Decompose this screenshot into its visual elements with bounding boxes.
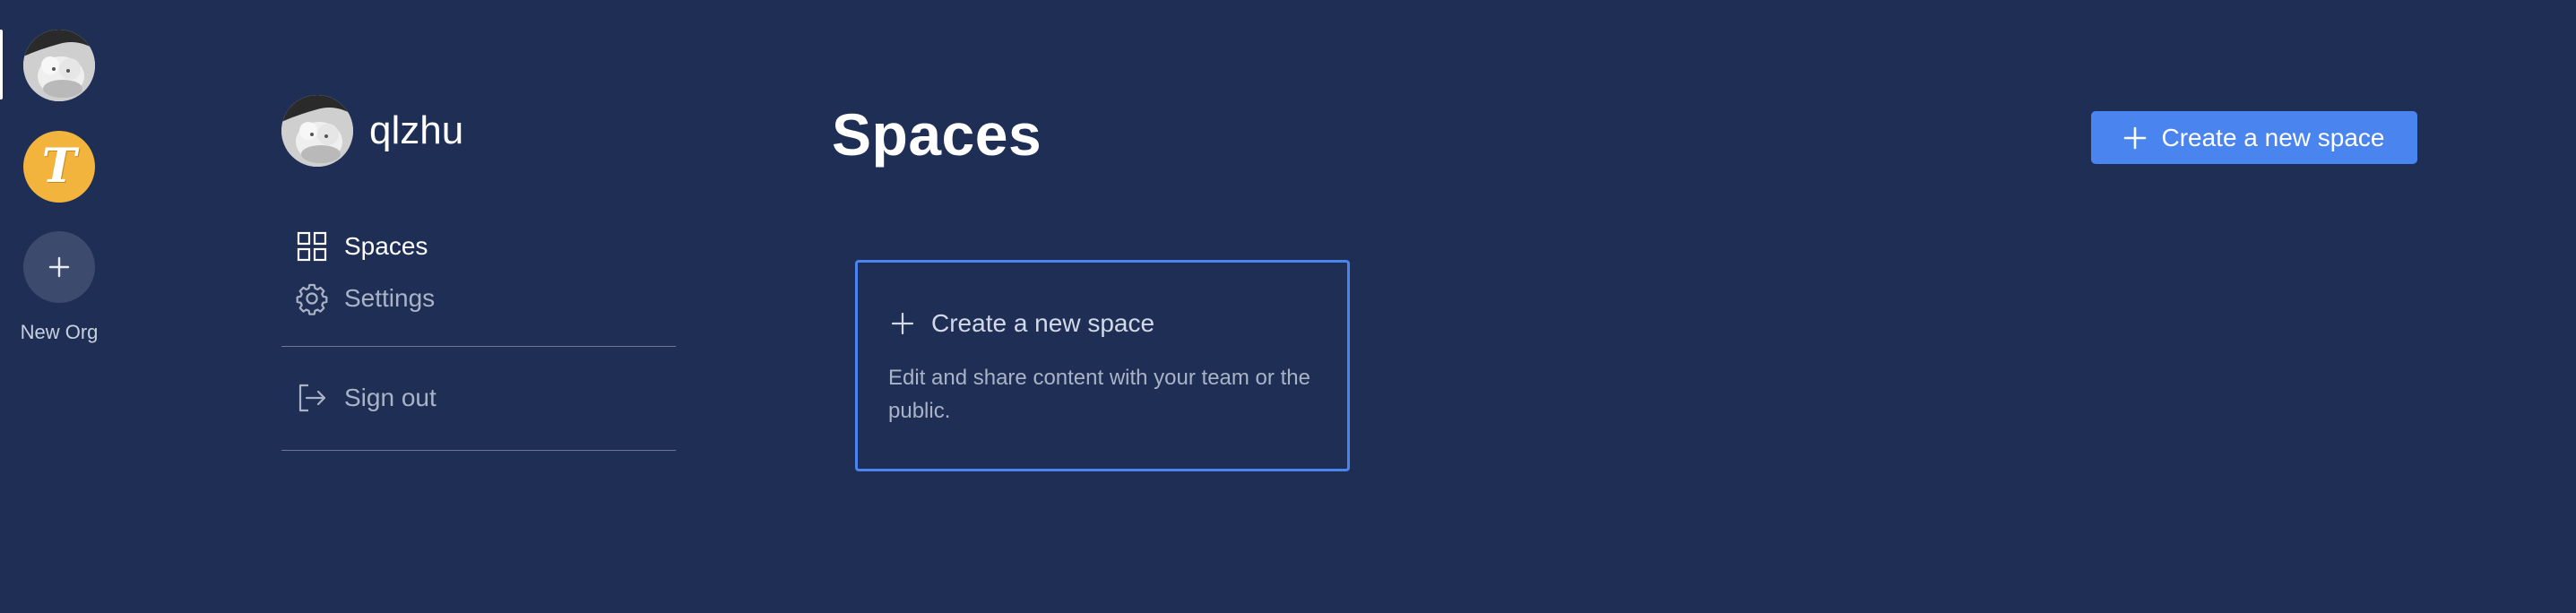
org-switch-personal-avatar[interactable] bbox=[23, 30, 95, 101]
sidebar-divider bbox=[281, 450, 676, 451]
org-logo-t-icon: T bbox=[41, 139, 77, 194]
sign-out-icon bbox=[294, 380, 330, 416]
avatar bbox=[281, 95, 353, 167]
org-switch-t-logo[interactable]: T bbox=[23, 131, 95, 203]
new-org-button[interactable] bbox=[23, 231, 95, 303]
sidebar-item-spaces[interactable]: Spaces bbox=[281, 220, 676, 272]
active-org-indicator bbox=[0, 30, 3, 99]
plus-icon bbox=[2123, 126, 2147, 150]
card-description: Edit and share content with your team or… bbox=[888, 366, 1310, 423]
sign-out-button[interactable]: Sign out bbox=[281, 372, 676, 424]
sidebar-item-settings[interactable]: Settings bbox=[281, 272, 676, 324]
app-root: T New Org qlzhu Spaces Settings Sign out… bbox=[0, 0, 2576, 613]
gear-icon bbox=[294, 281, 330, 316]
username: qlzhu bbox=[369, 108, 464, 152]
plus-icon bbox=[890, 311, 915, 336]
new-org-label: New Org bbox=[20, 321, 99, 343]
create-space-button[interactable]: Create a new space bbox=[2091, 111, 2417, 164]
plus-icon bbox=[48, 256, 70, 278]
create-space-card[interactable]: Create a new space Edit and share conten… bbox=[855, 260, 1350, 471]
create-space-button-label: Create a new space bbox=[2161, 123, 2385, 151]
sign-out-label: Sign out bbox=[344, 384, 437, 411]
page-title: Spaces bbox=[832, 101, 1042, 168]
signout-section: Sign out bbox=[281, 372, 676, 424]
user-avatar-icon bbox=[23, 30, 95, 101]
sidebar-item-label: Spaces bbox=[344, 232, 428, 260]
org-rail: T New Org bbox=[0, 0, 118, 613]
sidebar-divider bbox=[281, 346, 676, 347]
sidebar-nav: Spaces Settings bbox=[281, 220, 676, 324]
card-title: Create a new space bbox=[931, 309, 1155, 337]
user-avatar-icon bbox=[281, 95, 353, 167]
card-header: Create a new space bbox=[890, 309, 1154, 338]
profile-header: qlzhu bbox=[281, 95, 463, 167]
sidebar-item-label: Settings bbox=[344, 284, 436, 312]
grid-icon bbox=[294, 229, 330, 264]
